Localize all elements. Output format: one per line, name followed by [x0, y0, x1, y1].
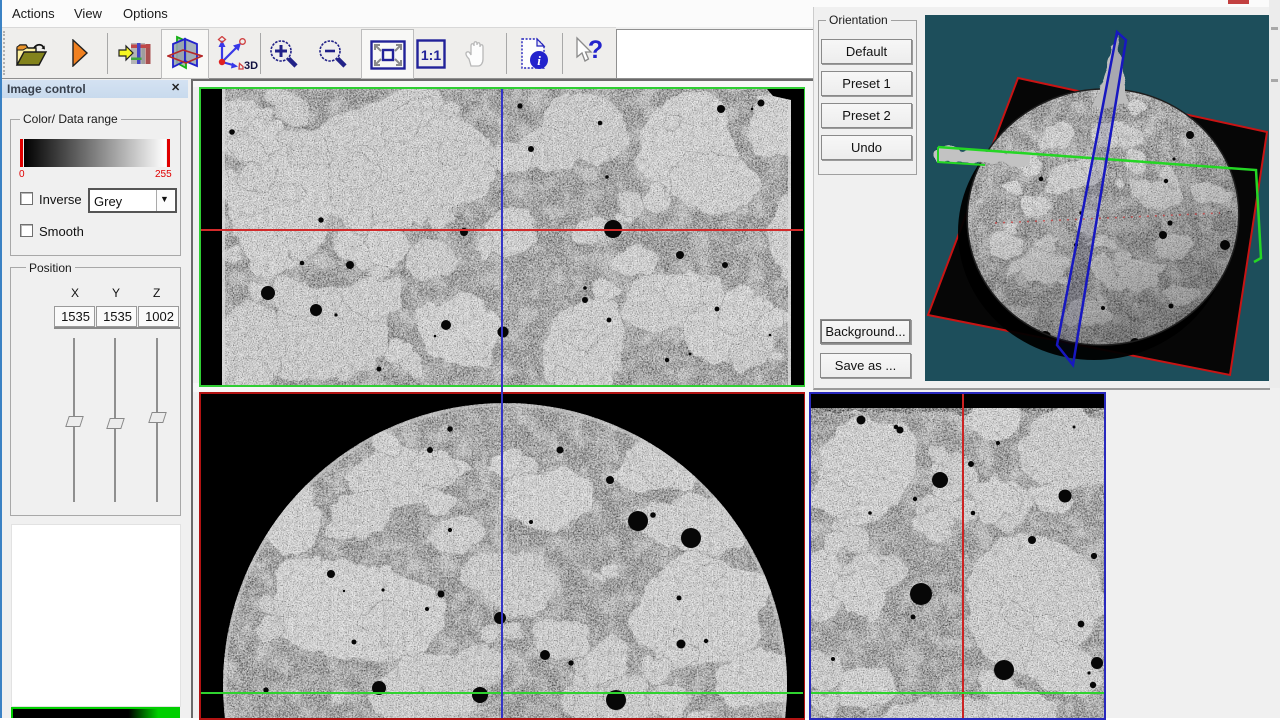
svg-text:?: ? [588, 36, 603, 64]
svg-text:1:1: 1:1 [421, 47, 441, 63]
svg-text:i: i [537, 53, 541, 68]
svg-text:3D: 3D [244, 60, 258, 71]
